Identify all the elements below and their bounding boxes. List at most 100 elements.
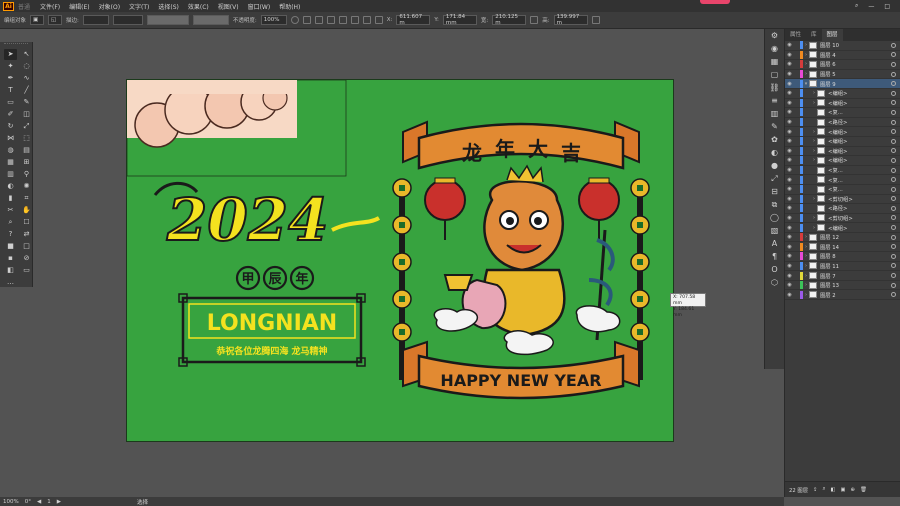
menu-window[interactable]: 窗口(W) xyxy=(248,2,271,11)
layer-name[interactable]: <复... xyxy=(828,166,891,174)
layer-row[interactable]: ◉ › 图层 4 xyxy=(785,50,900,61)
visibility-eye-icon[interactable]: ◉ xyxy=(785,244,794,250)
transform-reference-icon[interactable] xyxy=(374,16,383,24)
layer-name[interactable]: 图层 7 xyxy=(820,272,891,280)
align-icon[interactable]: ⊟ xyxy=(769,186,781,197)
symbol-sprayer-tool-icon[interactable]: ✺ xyxy=(20,181,33,192)
visibility-eye-icon[interactable]: ◉ xyxy=(785,282,794,288)
layer-name[interactable]: 图层 4 xyxy=(820,51,891,59)
type-tool-icon[interactable]: T xyxy=(4,85,17,96)
artboard-tool-icon[interactable]: ⌗ xyxy=(20,193,33,204)
layer-row[interactable]: ◉ › <编组> xyxy=(785,156,900,166)
menu-select[interactable]: 选择(S) xyxy=(158,2,179,11)
mesh-tool-icon[interactable]: ⊞ xyxy=(20,157,33,168)
scale-tool-icon[interactable]: ⤢ xyxy=(20,121,33,132)
target-circle-icon[interactable] xyxy=(891,71,896,77)
perspective-grid-tool-icon[interactable]: ▦ xyxy=(4,157,17,168)
layer-row[interactable]: ◉ › 图层 13 xyxy=(785,281,900,291)
layer-name[interactable]: <剪切组> xyxy=(828,195,891,203)
menu-object[interactable]: 对象(O) xyxy=(99,2,120,11)
layer-row[interactable]: ◉ <路径> xyxy=(785,118,900,128)
layer-row[interactable]: ◉ <复... xyxy=(785,108,900,118)
target-circle-icon[interactable] xyxy=(891,61,896,67)
transform-icon[interactable]: ⤢ xyxy=(769,173,781,184)
screen-mode-icon[interactable]: ▭ xyxy=(20,265,33,276)
target-circle-icon[interactable] xyxy=(891,263,896,269)
tab-layers[interactable]: 图层 xyxy=(821,29,843,41)
shaper-tool-icon[interactable]: ✐ xyxy=(4,109,17,120)
target-circle-icon[interactable] xyxy=(891,253,896,259)
layer-row[interactable]: ◉ › 图层 2 xyxy=(785,290,900,301)
symbols-icon[interactable]: ✿ xyxy=(769,134,781,145)
target-circle-icon[interactable] xyxy=(891,81,896,87)
opacity-input[interactable]: 100% xyxy=(260,15,287,25)
variable-width-select[interactable] xyxy=(112,15,143,25)
live-paint-tool-icon[interactable]: ▤ xyxy=(20,145,33,156)
layer-name[interactable]: 图层 6 xyxy=(820,60,891,68)
recolor-icon[interactable] xyxy=(290,16,299,24)
layer-name[interactable]: <编组> xyxy=(828,128,891,136)
3d-icon[interactable]: ⬡ xyxy=(769,277,781,288)
menu-edit[interactable]: 编辑(E) xyxy=(69,2,89,11)
layer-row[interactable]: ◉ › 图层 8 xyxy=(785,252,900,262)
shape-builder-tool-icon[interactable]: ◍ xyxy=(4,145,17,156)
rotate-tool-icon[interactable]: ↻ xyxy=(4,121,17,132)
eraser-tool-icon[interactable]: ◫ xyxy=(20,109,33,120)
align-left-icon[interactable] xyxy=(302,16,311,24)
layer-name[interactable]: 图层 2 xyxy=(820,291,891,299)
layer-row[interactable]: ◉ › <剪切组> xyxy=(785,213,900,224)
rectangle-tool-icon[interactable]: ▭ xyxy=(4,97,17,108)
visibility-eye-icon[interactable]: ◉ xyxy=(785,253,794,259)
maximize-icon[interactable]: □ xyxy=(884,3,890,10)
visibility-eye-icon[interactable]: ◉ xyxy=(785,292,794,298)
layer-name[interactable]: 图层 13 xyxy=(820,281,891,289)
target-circle-icon[interactable] xyxy=(891,90,896,96)
artboard[interactable]: 2024 甲 辰 年 LONGNIAN 恭祝各位龙腾四海 龙马精神 龙 年 大 … xyxy=(126,79,674,442)
layer-row[interactable]: ◉ › 图层 11 xyxy=(785,261,900,272)
layer-name[interactable]: <编组> xyxy=(828,147,891,155)
visibility-eye-icon[interactable]: ◉ xyxy=(785,167,794,173)
delete-layer-icon[interactable]: 🗑 xyxy=(860,487,867,493)
target-circle-icon[interactable] xyxy=(891,148,896,154)
swap-colors-icon[interactable]: ⇄ xyxy=(20,229,33,240)
visibility-eye-icon[interactable]: ◉ xyxy=(785,234,794,240)
blend-tool-icon[interactable]: ◐ xyxy=(4,181,17,192)
layer-row[interactable]: ◉ <复... xyxy=(785,185,900,195)
unknown-tool-icon[interactable]: ? xyxy=(4,229,17,240)
paragraph-icon[interactable]: ¶ xyxy=(769,251,781,262)
transform-menu-icon[interactable] xyxy=(591,16,600,24)
new-layer-icon[interactable]: ⊕ xyxy=(850,487,854,493)
links-icon[interactable]: ⛓ xyxy=(769,82,781,93)
visibility-eye-icon[interactable]: ◉ xyxy=(785,157,794,163)
layer-name[interactable]: 图层 8 xyxy=(820,252,891,260)
line-tool-icon[interactable]: ╱ xyxy=(20,85,33,96)
layer-row[interactable]: ◉ › 图层 10 xyxy=(785,41,900,51)
zoom-level[interactable]: 100% xyxy=(3,499,19,505)
layer-row[interactable]: ◉ › 图层 14 xyxy=(785,242,900,253)
pen-tool-icon[interactable]: ✒ xyxy=(4,73,17,84)
magic-wand-tool-icon[interactable]: ✦ xyxy=(4,61,17,72)
layer-name[interactable]: <复... xyxy=(828,108,891,116)
minimize-icon[interactable]: — xyxy=(868,3,874,10)
pathfinder-icon[interactable]: ⧉ xyxy=(769,199,781,210)
slice-tool-icon[interactable]: ✂ xyxy=(4,205,17,216)
lasso-tool-icon[interactable]: ◌ xyxy=(20,61,33,72)
layer-name[interactable]: <路径> xyxy=(828,118,891,126)
visibility-eye-icon[interactable]: ◉ xyxy=(785,52,794,58)
tab-properties[interactable]: 属性 xyxy=(785,29,806,41)
target-circle-icon[interactable] xyxy=(891,42,896,48)
artboards-icon[interactable]: ▢ xyxy=(769,69,781,80)
visibility-eye-icon[interactable]: ◉ xyxy=(785,148,794,154)
search-icon[interactable]: ⌕ xyxy=(855,2,858,10)
visibility-eye-icon[interactable]: ◉ xyxy=(785,81,794,87)
prev-artboard-icon[interactable]: ◀ xyxy=(37,499,41,505)
menu-type[interactable]: 文字(T) xyxy=(129,2,149,11)
stroke-swatch[interactable]: ◱ xyxy=(48,15,63,25)
panel-grip[interactable] xyxy=(4,43,28,46)
layer-row[interactable]: ◉ › <编组> xyxy=(785,137,900,147)
visibility-eye-icon[interactable]: ◉ xyxy=(785,205,794,211)
libraries-icon[interactable]: ◉ xyxy=(769,43,781,54)
artboard-number[interactable]: 1 xyxy=(47,499,51,505)
layer-row[interactable]: ◉ › 图层 5 xyxy=(785,70,900,80)
visibility-eye-icon[interactable]: ◉ xyxy=(785,71,794,77)
